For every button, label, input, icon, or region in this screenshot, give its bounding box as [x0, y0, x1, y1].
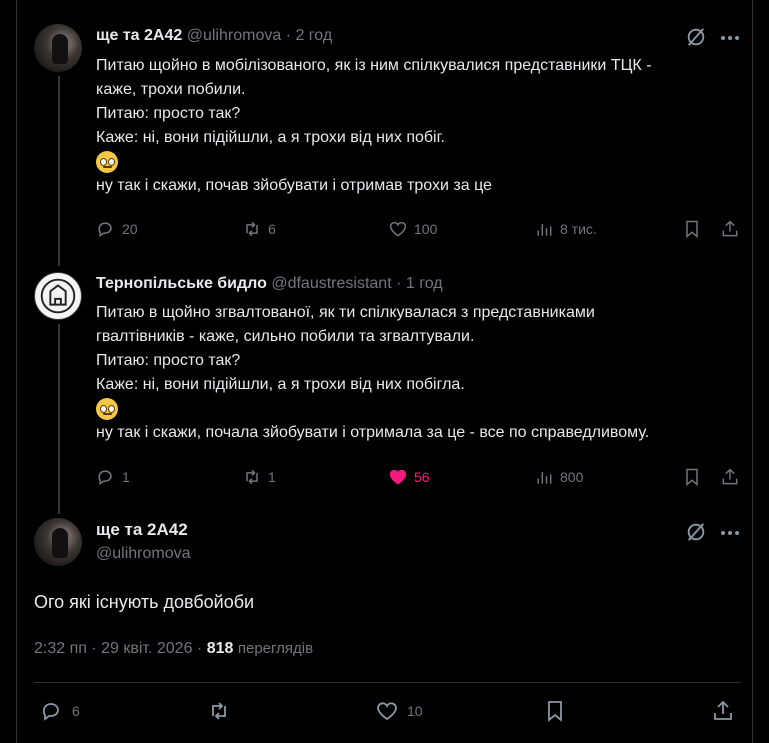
- reply-button[interactable]: 6: [40, 699, 80, 723]
- bookmark-button[interactable]: [682, 467, 702, 487]
- views-icon: [537, 472, 552, 484]
- avatar[interactable]: [34, 24, 82, 72]
- bookmark-button[interactable]: [543, 699, 567, 723]
- like-button[interactable]: 10: [375, 699, 423, 723]
- views-count: 8 тис.: [560, 221, 597, 237]
- reply-count: 1: [122, 469, 130, 485]
- views-count: 818: [206, 640, 234, 657]
- reply-button[interactable]: 1: [96, 467, 130, 487]
- bookmark-icon: [548, 701, 562, 722]
- main-tweet-text: Ого які існують довбойоби: [34, 592, 255, 612]
- tweet-meta: 2:32 пп · 29 квіт. 2026 · 818 переглядів: [34, 640, 313, 658]
- text-line: гвалтівників - каже, сильно побили та зг…: [96, 328, 475, 345]
- text-line: Питаю: просто так?: [96, 105, 241, 122]
- repost-button[interactable]: [207, 699, 231, 723]
- text-line: Питаю: просто так?: [96, 352, 241, 369]
- eye-roll-emoji: [96, 397, 649, 421]
- reply-count: 6: [72, 703, 80, 719]
- like-button[interactable]: 56: [388, 467, 430, 487]
- reply-count: 20: [122, 221, 138, 237]
- repost-count: 6: [268, 221, 276, 237]
- views-label: переглядів: [237, 640, 314, 657]
- share-button[interactable]: [720, 467, 740, 487]
- author-name[interactable]: Тернопільське бидло: [96, 275, 267, 292]
- views-count: 800: [560, 469, 584, 485]
- text-line: Питаю в щойно згвалтованої, як ти спілку…: [96, 304, 595, 321]
- repost-icon: [212, 702, 226, 720]
- like-icon: [389, 221, 407, 237]
- text-line: каже, трохи побили.: [96, 81, 246, 98]
- like-icon: [377, 702, 397, 721]
- share-icon: [722, 468, 738, 485]
- reply-icon: [98, 470, 112, 486]
- share-button[interactable]: [711, 699, 735, 723]
- share-button[interactable]: [720, 219, 740, 239]
- text-line: Каже: ні, вони підійшли, а я трохи від н…: [96, 129, 445, 146]
- grok-icon[interactable]: [685, 521, 707, 548]
- like-count: 10: [407, 703, 423, 719]
- like-count: 100: [414, 221, 438, 237]
- grok-icon[interactable]: [685, 26, 707, 53]
- reply-icon: [98, 222, 112, 238]
- like-icon: [389, 469, 407, 485]
- tweet-header: ще та 2А42 @ulihromova · 2 год: [96, 27, 332, 45]
- text-line: Питаю щойно в мобілізованого, як із ним …: [96, 57, 652, 74]
- post-time[interactable]: · 1 год: [396, 275, 442, 292]
- author-handle[interactable]: @ulihromova: [187, 27, 282, 44]
- tweet-text: Питаю в щойно згвалтованої, як ти спілку…: [96, 301, 649, 445]
- repost-icon: [246, 221, 258, 237]
- post-datetime[interactable]: 2:32 пп · 29 квіт. 2026 ·: [34, 640, 202, 657]
- tweet-header: Тернопільське бидло @dfaustresistant · 1…: [96, 275, 443, 293]
- reply-button[interactable]: 20: [96, 219, 138, 239]
- eye-roll-emoji: [96, 150, 652, 174]
- repost-button[interactable]: 1: [242, 467, 276, 487]
- author-handle[interactable]: @dfaustresistant: [271, 275, 391, 292]
- divider: [34, 682, 741, 683]
- bookmark-icon: [686, 220, 698, 239]
- repost-count: 1: [268, 469, 276, 485]
- avatar[interactable]: [34, 272, 82, 320]
- share-icon: [722, 220, 738, 237]
- post-time[interactable]: · 2 год: [286, 27, 332, 44]
- views-icon: [537, 224, 552, 236]
- thread-line: [58, 76, 60, 266]
- like-count: 56: [414, 469, 430, 485]
- author-name[interactable]: ще та 2А42: [96, 27, 182, 44]
- like-button[interactable]: 100: [388, 219, 437, 239]
- bookmark-icon: [686, 468, 698, 487]
- tweet-text: Питаю щойно в мобілізованого, як із ним …: [96, 54, 652, 198]
- more-icon[interactable]: [721, 531, 739, 535]
- text-line: Каже: ні, вони підійшли, а я трохи від н…: [96, 376, 465, 393]
- repost-icon: [246, 469, 258, 485]
- views-button[interactable]: 800: [534, 467, 583, 487]
- thread-line: [58, 324, 60, 514]
- reply-icon: [42, 703, 59, 721]
- views-button[interactable]: 8 тис.: [534, 219, 597, 239]
- text-line: ну так і скажи, почала зйобувати і отрим…: [96, 424, 650, 441]
- avatar[interactable]: [34, 518, 82, 566]
- share-icon: [714, 700, 732, 720]
- author-name[interactable]: ще та 2А42: [96, 520, 188, 540]
- more-icon[interactable]: [721, 36, 739, 40]
- repost-button[interactable]: 6: [242, 219, 276, 239]
- bookmark-button[interactable]: [682, 219, 702, 239]
- author-handle[interactable]: @ulihromova: [96, 545, 191, 563]
- text-line: ну так і скажи, почав зйобувати і отрима…: [96, 177, 492, 194]
